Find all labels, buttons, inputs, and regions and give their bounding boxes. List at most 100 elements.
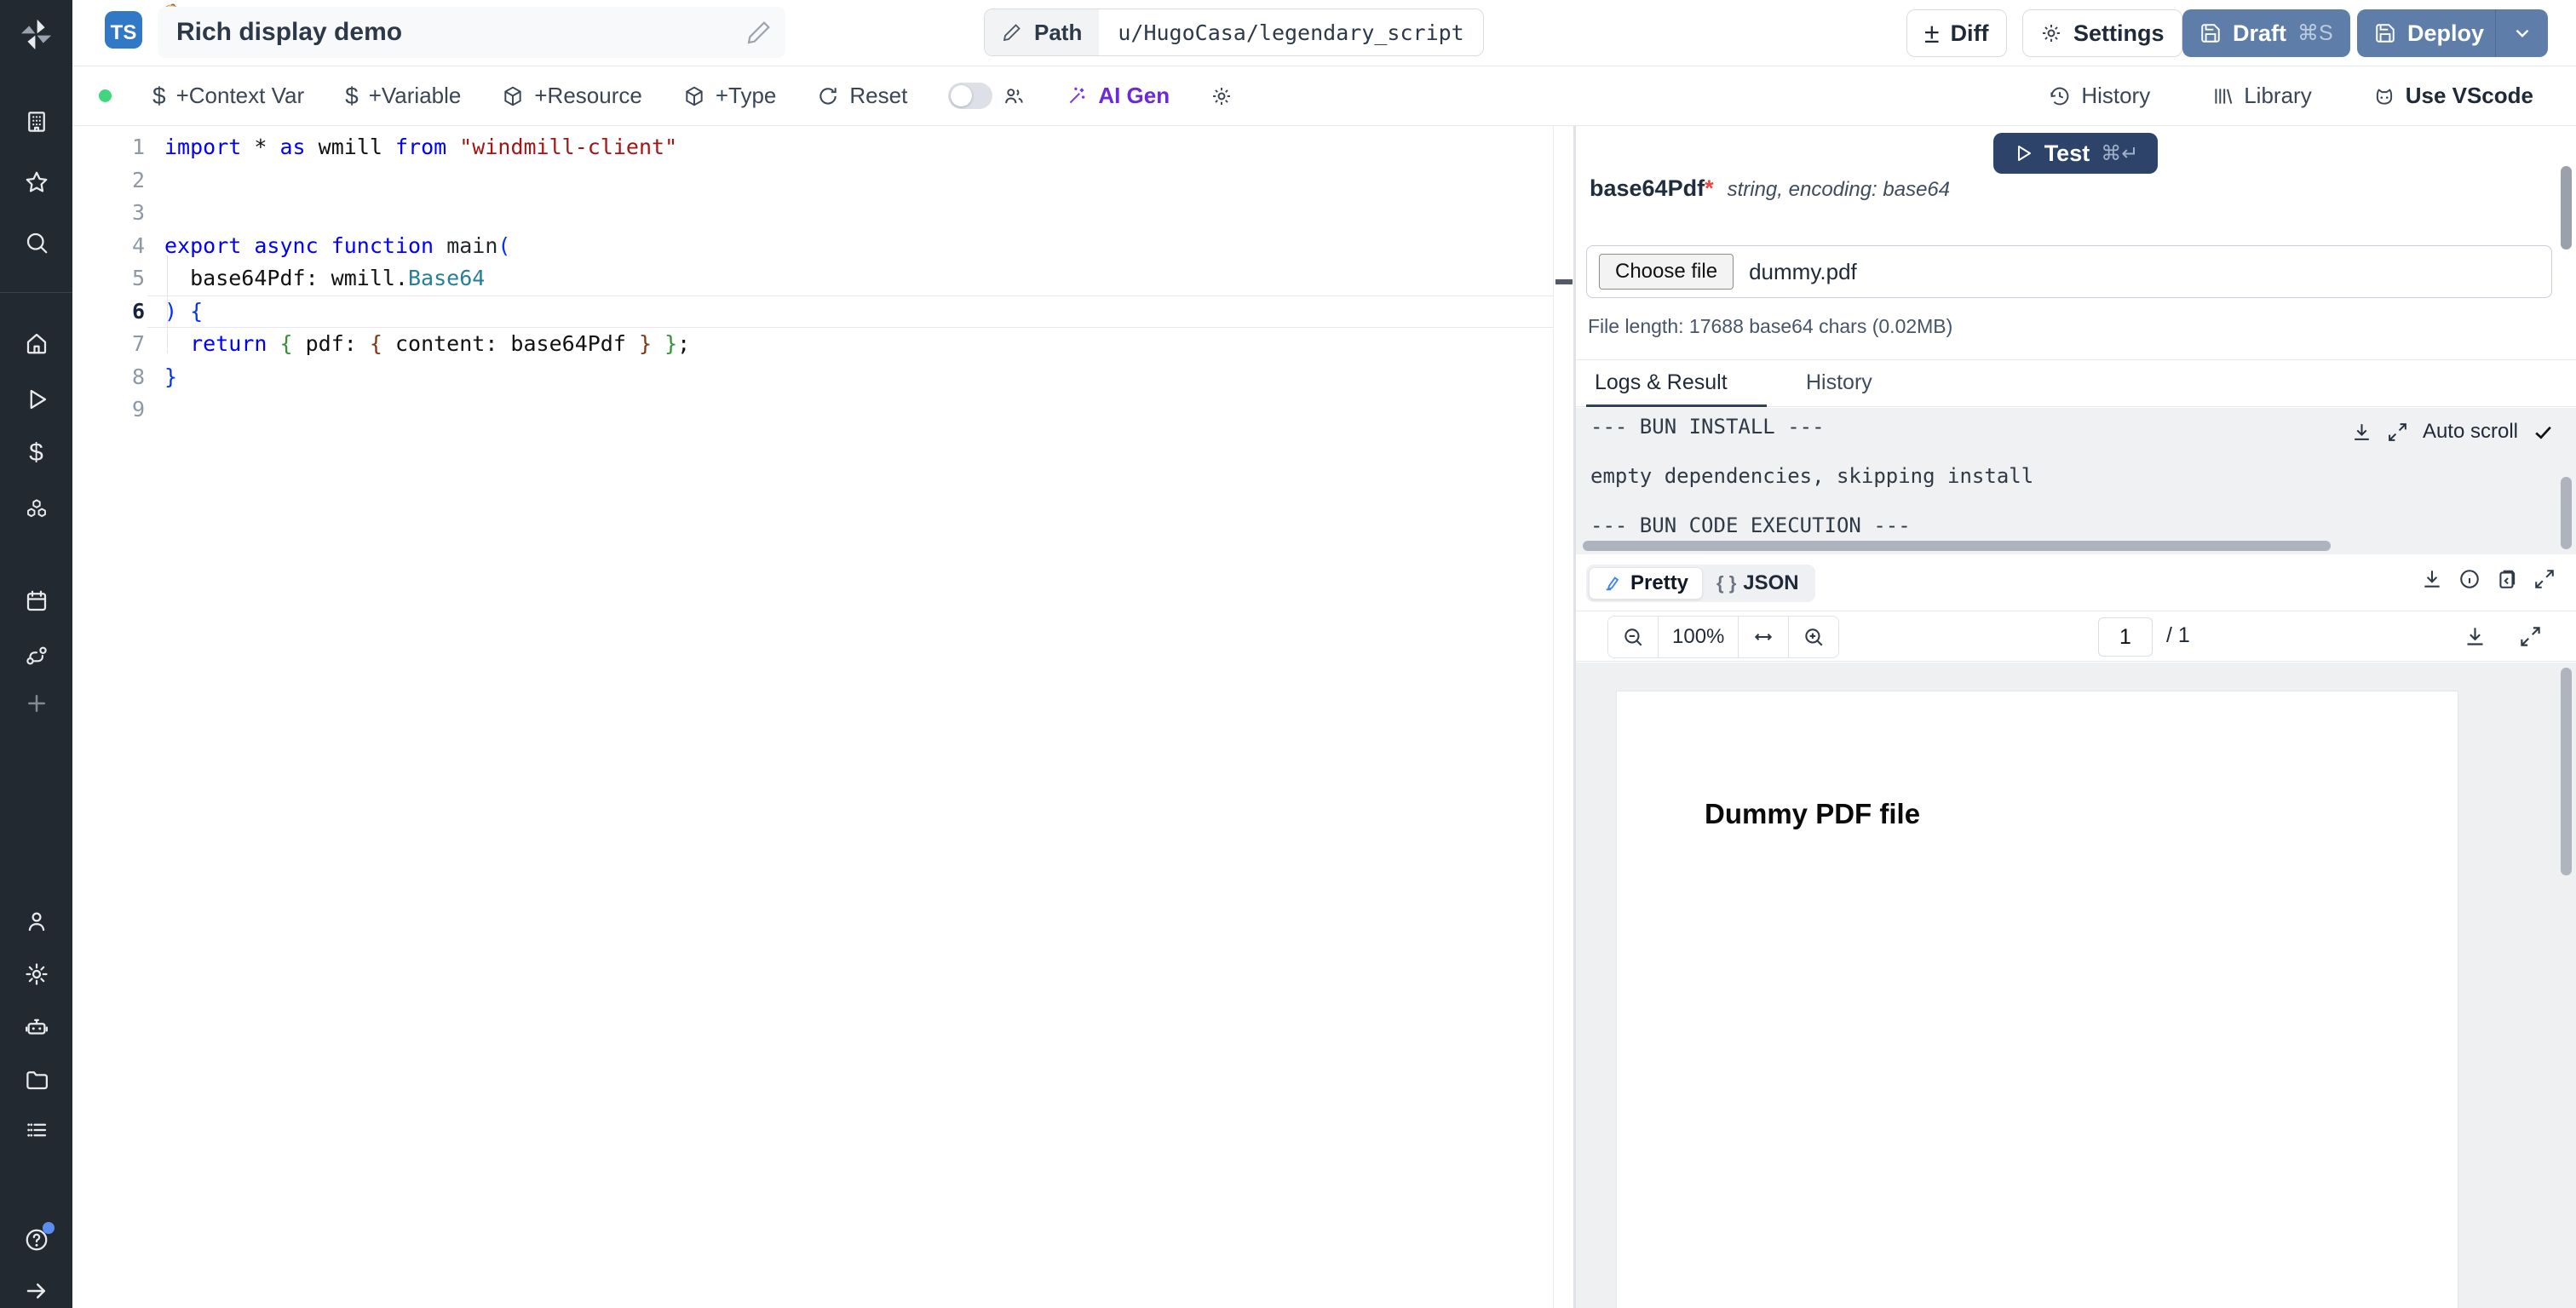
windmill-script-editor: $ TS Rich display demo Path u/HugoCasa/l…: [0, 0, 2576, 1308]
download-result-icon[interactable]: [2421, 568, 2443, 590]
code-line[interactable]: 2: [72, 164, 1573, 198]
history-button[interactable]: History: [2049, 83, 2150, 109]
pdf-toolbar-actions: [2464, 625, 2542, 648]
play-icon[interactable]: [22, 385, 51, 414]
home-icon[interactable]: [22, 329, 51, 358]
cubes-icon[interactable]: [22, 495, 51, 524]
copy-clipboard-icon[interactable]: [2496, 568, 2518, 590]
file-length-info: File length: 17688 base64 chars (0.02MB): [1588, 315, 1953, 337]
pretty-label: Pretty: [1630, 571, 1689, 594]
calendar-icon[interactable]: [22, 587, 51, 616]
result-actions: [2421, 568, 2556, 590]
line-number: 6: [131, 298, 145, 324]
library-label: Library: [2244, 83, 2312, 108]
code-line[interactable]: 5 base64Pdf: wmill.Base64: [72, 262, 1573, 295]
code-line[interactable]: 3: [72, 197, 1573, 230]
use-vscode-button[interactable]: Use VScode: [2373, 83, 2533, 109]
logs-area[interactable]: --- BUN INSTALL --- empty dependencies, …: [1576, 408, 2576, 554]
code-line[interactable]: 4 export async function main(: [72, 230, 1573, 263]
tab-history[interactable]: History: [1806, 370, 1872, 395]
box-icon: [504, 86, 522, 106]
save-draft-button[interactable]: Draft ⌘S: [2182, 9, 2350, 57]
help-icon[interactable]: [22, 1222, 55, 1254]
zoom-in-button[interactable]: [1789, 617, 1839, 657]
deploy-button[interactable]: Deploy: [2357, 9, 2549, 57]
code-text: import * as wmill from "windmill-client": [164, 135, 678, 159]
sidebar-divider: [0, 292, 72, 293]
pretty-view-tab[interactable]: Pretty: [1589, 567, 1704, 600]
add-context-var-button[interactable]: $ +Context Var: [152, 83, 304, 110]
dollar-icon: $: [152, 82, 166, 109]
download-pdf-icon[interactable]: [2464, 625, 2487, 648]
folder-icon[interactable]: [22, 1065, 51, 1094]
result-tabs: Logs & Result History: [1576, 360, 2576, 407]
add-variable-label: +Variable: [368, 83, 462, 108]
list-icon[interactable]: [22, 1116, 51, 1144]
fit-width-button[interactable]: [1739, 617, 1790, 657]
reset-button[interactable]: Reset: [817, 83, 907, 109]
add-resource-button[interactable]: +Resource: [502, 83, 642, 109]
line-number: 1: [131, 135, 145, 159]
ai-gen-label: AI Gen: [1098, 83, 1170, 108]
add-type-button[interactable]: +Type: [683, 83, 776, 109]
plus-icon[interactable]: [22, 689, 51, 718]
fullscreen-pdf-icon[interactable]: [2519, 625, 2542, 648]
line-number: 2: [131, 167, 145, 192]
logs-horizontal-scrollbar[interactable]: [1583, 541, 2331, 551]
test-run-button[interactable]: Test ⌘↵: [1993, 133, 2158, 174]
zoom-out-button[interactable]: [1608, 617, 1659, 657]
check-icon[interactable]: [2533, 422, 2554, 443]
star-icon[interactable]: [22, 168, 51, 197]
windmill-logo[interactable]: [17, 15, 55, 54]
logs-vertical-scrollbar[interactable]: [2561, 477, 2572, 549]
zoom-in-icon: [1805, 628, 1823, 646]
choose-file-button[interactable]: Choose file: [1599, 254, 1734, 290]
page-number-input[interactable]: [2098, 617, 2153, 657]
overview-ruler-marker: [1555, 279, 1573, 284]
file-input[interactable]: Choose file dummy.pdf: [1586, 245, 2552, 298]
diff-button[interactable]: ± Diff: [1906, 9, 2007, 57]
search-icon[interactable]: [22, 228, 51, 257]
argument-type-hint: string, encoding: base64: [1727, 178, 1951, 201]
script-settings-button[interactable]: [1210, 85, 1233, 107]
route-icon[interactable]: [22, 641, 51, 670]
gear-icon: [2043, 25, 2060, 42]
add-variable-button[interactable]: $ +Variable: [345, 83, 461, 110]
expand-result-icon[interactable]: [2533, 568, 2556, 590]
expand-logs-icon[interactable]: [2387, 422, 2408, 443]
settings-button[interactable]: Settings: [2022, 9, 2182, 57]
panel-vertical-scrollbar[interactable]: [2561, 166, 2572, 250]
user-icon[interactable]: [22, 907, 51, 936]
code-lines: 1 import * as wmill from "windmill-client…: [72, 126, 1573, 427]
diff-mode-toggle[interactable]: [948, 83, 1025, 109]
code-line[interactable]: 8}: [72, 361, 1573, 394]
pdf-vertical-scrollbar[interactable]: [2561, 668, 2572, 875]
arrow-right-icon[interactable]: [22, 1276, 51, 1305]
library-button[interactable]: Library: [2211, 83, 2312, 109]
robot-icon[interactable]: [22, 1013, 51, 1041]
editor-overview-ruler[interactable]: [1553, 126, 1573, 1308]
add-context-var-label: +Context Var: [175, 83, 305, 108]
ai-gen-button[interactable]: AI Gen: [1066, 83, 1170, 109]
building-icon[interactable]: [22, 107, 51, 136]
pencil-icon: [1003, 24, 1021, 42]
code-line[interactable]: 7 return { pdf: { content: base64Pdf } }…: [72, 328, 1573, 361]
edit-title-pencil-icon[interactable]: [745, 19, 773, 46]
code-line[interactable]: 1 import * as wmill from "windmill-client…: [72, 131, 1573, 164]
pdf-toolbar: 100% / 1: [1576, 611, 2576, 662]
horizontal-arrows-icon: [1755, 634, 1773, 640]
json-view-tab[interactable]: { } JSON: [1703, 571, 1813, 595]
gear-icon[interactable]: [22, 960, 51, 989]
script-title-field[interactable]: Rich display demo: [158, 7, 785, 58]
code-line[interactable]: 9: [72, 393, 1573, 427]
code-line[interactable]: 6) {: [72, 295, 1573, 329]
deploy-dropdown-toggle[interactable]: [2495, 9, 2548, 57]
toggle-switch[interactable]: [948, 83, 993, 109]
tab-logs-and-result[interactable]: Logs & Result: [1595, 370, 1728, 395]
pdf-viewer[interactable]: Dummy PDF file: [1576, 663, 2576, 1308]
download-logs-icon[interactable]: [2351, 422, 2372, 443]
script-path[interactable]: Path u/HugoCasa/legendary_script: [984, 9, 1484, 56]
info-icon[interactable]: [2458, 568, 2481, 590]
dollar-icon[interactable]: $: [22, 439, 51, 468]
code-editor[interactable]: 1 import * as wmill from "windmill-client…: [72, 126, 1573, 1308]
